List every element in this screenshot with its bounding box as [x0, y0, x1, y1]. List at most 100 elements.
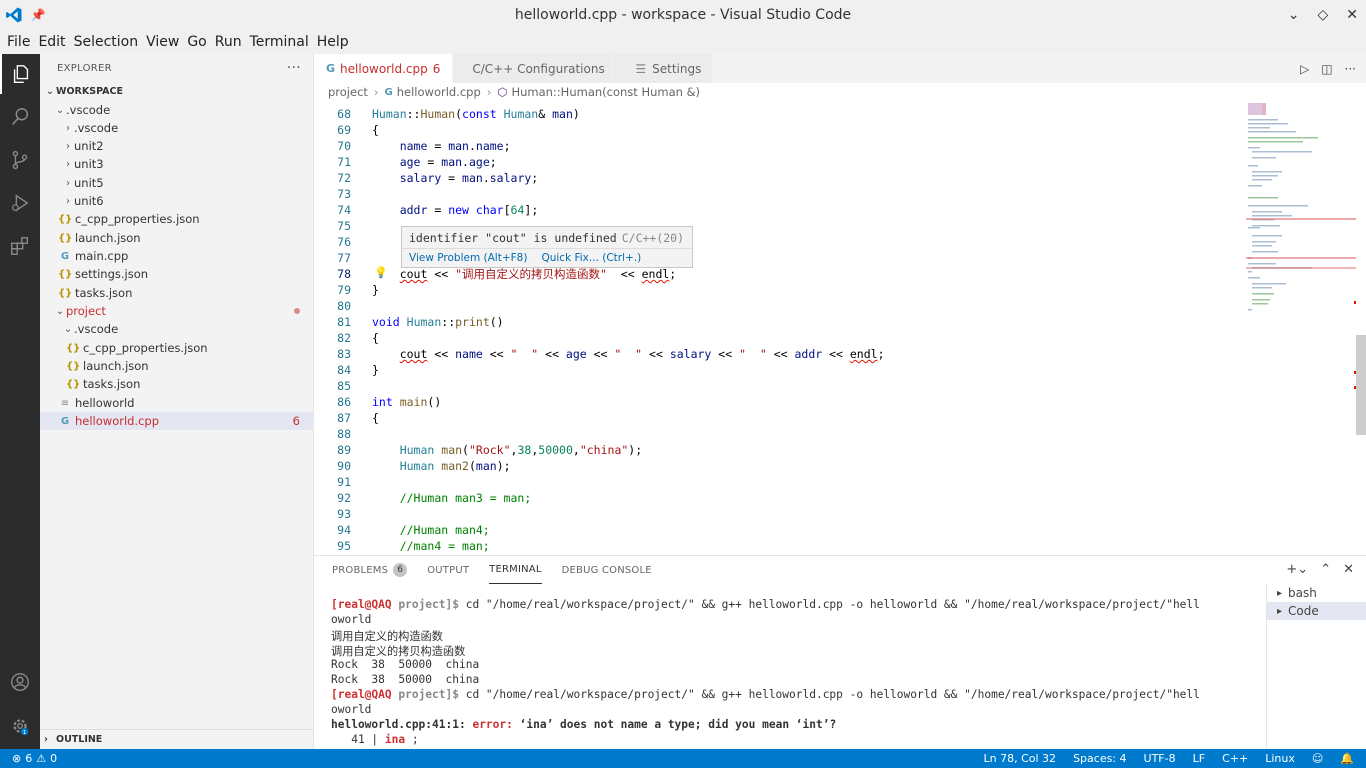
search-icon[interactable] [0, 97, 40, 137]
terminal-item-bash[interactable]: ▸ bash [1267, 584, 1366, 602]
workspace-section[interactable]: ⌄ WORKSPACE [40, 82, 314, 100]
code-editor[interactable]: 68Human::Human(const Human& man)69{70 na… [314, 101, 1366, 555]
tab-cpp-configurations[interactable]: C/C++ Configurations [453, 54, 613, 83]
encoding[interactable]: UTF-8 [1144, 752, 1176, 765]
code-line[interactable]: 68Human::Human(const Human& man) [314, 106, 1234, 122]
code-line[interactable]: 71 age = man.age; [314, 154, 1234, 170]
maximize-panel-icon[interactable]: ⌃ [1320, 562, 1331, 577]
menu-terminal[interactable]: Terminal [246, 34, 313, 50]
menu-view[interactable]: View [142, 34, 183, 50]
code-line[interactable]: 86int main() [314, 394, 1234, 410]
tree-item-unit3[interactable]: ›unit3 [40, 155, 314, 173]
code-line[interactable]: 74 addr = new char[64]; [314, 202, 1234, 218]
code-line[interactable]: 95 //man4 = man; [314, 538, 1234, 554]
code-line[interactable]: 94 //Human man4; [314, 522, 1234, 538]
code-line[interactable]: 87{ [314, 410, 1234, 426]
language-mode[interactable]: C++ [1222, 752, 1248, 765]
line-ending[interactable]: LF [1193, 752, 1205, 765]
view-problem-link[interactable]: View Problem (Alt+F8) [409, 252, 527, 264]
panel-tab-output[interactable]: OUTPUT [427, 556, 469, 584]
tree-item-main-cpp[interactable]: Gmain.cpp [40, 247, 314, 265]
tree-item-project-tasks-json[interactable]: {}tasks.json [40, 375, 314, 393]
split-editor-icon[interactable]: ◫ [1321, 62, 1332, 76]
menu-help[interactable]: Help [313, 34, 353, 50]
panel-tab-problems[interactable]: PROBLEMS 6 [332, 556, 407, 584]
minimize-button[interactable]: ⌄ [1288, 7, 1300, 23]
code-line[interactable]: 80 [314, 298, 1234, 314]
code-line[interactable]: 83 cout << name << " " << age << " " << … [314, 346, 1234, 362]
code-line[interactable]: 85 [314, 378, 1234, 394]
cursor-position[interactable]: Ln 78, Col 32 [984, 752, 1057, 765]
tree-item-vscode-sub[interactable]: ›.vscode [40, 119, 314, 137]
code-line[interactable]: 78 cout << "调用自定义的拷贝构造函数" << endl; [314, 266, 1234, 282]
tree-item-unit5[interactable]: ›unit5 [40, 174, 314, 192]
breadcrumb-symbol[interactable]: Human::Human(const Human &) [511, 85, 700, 99]
lightbulb-icon[interactable]: 💡 [374, 266, 388, 279]
tree-item-helloworld[interactable]: ≡helloworld [40, 394, 314, 412]
platform[interactable]: Linux [1265, 752, 1295, 765]
code-line[interactable]: 93 [314, 506, 1234, 522]
code-line[interactable]: 73 [314, 186, 1234, 202]
outline-section[interactable]: › OUTLINE [40, 729, 314, 749]
menu-file[interactable]: File [3, 34, 34, 50]
code-line[interactable]: 90 Human man2(man); [314, 458, 1234, 474]
tree-item-c-cpp-properties[interactable]: {}c_cpp_properties.json [40, 210, 314, 228]
menu-go[interactable]: Go [183, 34, 210, 50]
code-line[interactable]: 84} [314, 362, 1234, 378]
code-line[interactable]: 70 name = man.name; [314, 138, 1234, 154]
breadcrumb-project[interactable]: project [328, 85, 368, 99]
indentation[interactable]: Spaces: 4 [1073, 752, 1126, 765]
panel-tab-terminal[interactable]: TERMINAL [489, 556, 541, 584]
tab-helloworld-cpp[interactable]: G helloworld.cpp 6 [314, 54, 453, 83]
tree-item-unit2[interactable]: ›unit2 [40, 137, 314, 155]
close-window-button[interactable]: ✕ [1346, 7, 1358, 23]
more-actions-icon[interactable]: ··· [1345, 62, 1356, 76]
code-line[interactable]: 91 [314, 474, 1234, 490]
terminal-item-code[interactable]: ▸ Code [1267, 602, 1366, 620]
source-control-icon[interactable] [0, 140, 40, 180]
code-line[interactable]: 82{ [314, 330, 1234, 346]
manage-gear-icon[interactable]: 1 [0, 706, 40, 746]
feedback-icon[interactable]: ☺ [1312, 752, 1323, 765]
tree-item-project-vscode[interactable]: ⌄.vscode [40, 320, 314, 338]
code-line[interactable]: 88 [314, 426, 1234, 442]
tree-item-settings-json[interactable]: {}settings.json [40, 265, 314, 283]
code-line[interactable]: 79} [314, 282, 1234, 298]
code-line[interactable]: 92 //Human man3 = man; [314, 490, 1234, 506]
tab-settings[interactable]: ☰ Settings [613, 54, 713, 83]
pin-icon[interactable]: 📌 [28, 8, 48, 22]
notifications-bell-icon[interactable]: 🔔 [1340, 752, 1354, 765]
close-panel-icon[interactable]: ✕ [1343, 562, 1354, 577]
code-line[interactable]: 81void Human::print() [314, 314, 1234, 330]
tree-item-unit6[interactable]: ›unit6 [40, 192, 314, 210]
run-file-icon[interactable]: ▷ [1300, 62, 1309, 76]
minimap[interactable] [1246, 101, 1356, 555]
panel-tab-debug-console[interactable]: DEBUG CONSOLE [562, 556, 652, 584]
run-debug-icon[interactable] [0, 183, 40, 223]
tree-item-helloworld-cpp[interactable]: Ghelloworld.cpp 6 [40, 412, 314, 430]
maximize-button[interactable]: ◇ [1317, 7, 1328, 23]
code-line[interactable]: 69{ [314, 122, 1234, 138]
menu-selection[interactable]: Selection [70, 34, 143, 50]
more-actions-icon[interactable]: ··· [287, 60, 301, 76]
code-line[interactable]: 72 salary = man.salary; [314, 170, 1234, 186]
code-line[interactable]: 89 Human man("Rock",38,50000,"china"); [314, 442, 1234, 458]
tree-item-project[interactable]: ⌄project [40, 302, 314, 320]
explorer-icon[interactable] [0, 54, 40, 94]
tree-item-project-launch-json[interactable]: {}launch.json [40, 357, 314, 375]
terminal-line: [real@QAQ project]$ cd "/home/real/works… [331, 598, 1261, 613]
tree-item-launch-json[interactable]: {}launch.json [40, 229, 314, 247]
breadcrumb-file[interactable]: helloworld.cpp [397, 85, 481, 99]
accounts-icon[interactable] [0, 662, 40, 702]
editor-scrollbar[interactable] [1356, 335, 1366, 435]
menu-edit[interactable]: Edit [34, 34, 69, 50]
problems-status[interactable]: ⊗ 6 ⚠ 0 [0, 752, 57, 765]
menu-run[interactable]: Run [211, 34, 246, 50]
new-terminal-icon[interactable]: +⌄ [1286, 562, 1308, 577]
tree-item-tasks-json[interactable]: {}tasks.json [40, 284, 314, 302]
terminal-output[interactable]: [real@QAQ project]$ cd "/home/real/works… [331, 598, 1261, 748]
quick-fix-link[interactable]: Quick Fix... (Ctrl+.) [541, 252, 641, 264]
extensions-icon[interactable] [0, 226, 40, 266]
tree-item-vscode[interactable]: ⌄.vscode [40, 101, 314, 119]
tree-item-project-c-cpp-properties[interactable]: {}c_cpp_properties.json [40, 339, 314, 357]
